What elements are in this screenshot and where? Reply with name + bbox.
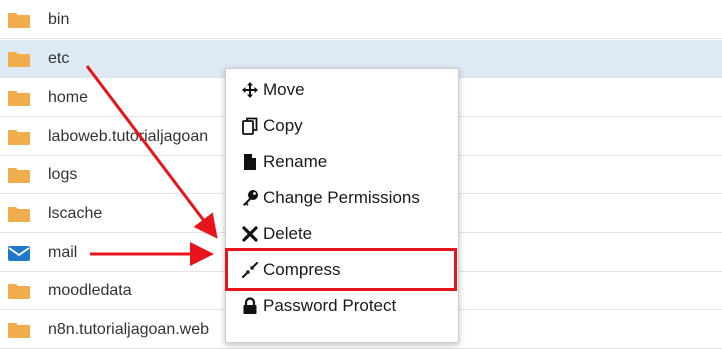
folder-icon [8,12,30,28]
file-name: home [48,88,89,106]
key-icon [241,189,259,207]
menu-item-label: Change Permissions [263,188,420,207]
menu-item-label: Move [263,80,305,99]
menu-item-label: Compress [263,260,341,279]
file-name: mail [48,243,78,261]
folder-icon [8,322,30,338]
file-name: moodledata [48,281,132,299]
menu-item-change-permissions[interactable]: Change Permissions [226,180,458,216]
file-name: laboweb.tutorialjagoan [48,127,209,145]
menu-item-move[interactable]: Move [226,72,458,108]
copy-icon [241,117,259,135]
file-name: logs [48,165,78,183]
file-row-bin[interactable]: bin [0,1,722,39]
mail-icon [8,245,30,261]
menu-item-label: Delete [263,224,313,243]
menu-item-copy[interactable]: Copy [226,108,458,144]
context-menu: Move Copy Rename Change Permissions Dele… [225,68,459,343]
folder-icon [8,206,30,222]
menu-item-label: Copy [263,116,303,135]
folder-icon [8,51,30,67]
menu-item-compress[interactable]: Compress [226,252,458,288]
file-name: lscache [48,204,103,222]
menu-item-label: Password Protect [263,296,397,315]
menu-item-delete[interactable]: Delete [226,216,458,252]
folder-icon [8,90,30,106]
menu-item-label: Rename [263,152,328,171]
lock-icon [241,297,259,315]
folder-icon [8,167,30,183]
move-icon [241,81,259,99]
file-name: n8n.tutorialjagoan.web [48,320,210,338]
compress-icon [241,261,259,279]
close-icon [241,225,259,243]
menu-item-password-protect[interactable]: Password Protect [226,288,458,324]
folder-icon [8,283,30,299]
file-icon [241,153,259,171]
file-name: bin [48,10,70,28]
menu-item-rename[interactable]: Rename [226,144,458,180]
folder-icon [8,129,30,145]
file-name: etc [48,49,70,67]
